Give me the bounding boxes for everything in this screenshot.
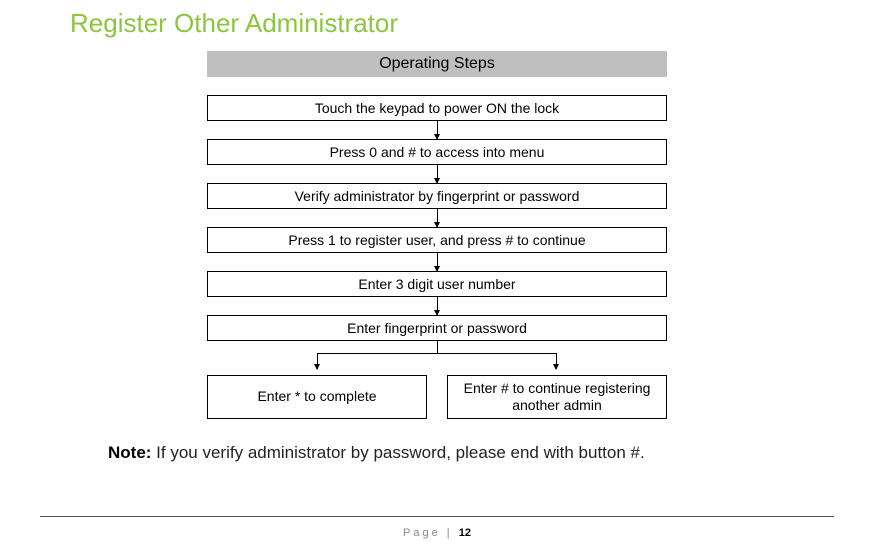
- footer-page-number: 12: [459, 527, 471, 539]
- branch-box-right: Enter # to continue registering another …: [447, 375, 667, 419]
- step-box: Enter 3 digit user number: [207, 271, 667, 297]
- step-box: Press 0 and # to access into menu: [207, 139, 667, 165]
- note-text: Note: If you verify administrator by pas…: [0, 419, 874, 463]
- step-box: Verify administrator by fingerprint or p…: [207, 183, 667, 209]
- operating-steps-header: Operating Steps: [207, 51, 667, 77]
- arrow-down-icon: [437, 121, 438, 139]
- branch-connector: [207, 341, 667, 375]
- footer-page-label: Page | 12: [0, 527, 874, 539]
- step-box: Press 1 to register user, and press # to…: [207, 227, 667, 253]
- step-box: Touch the keypad to power ON the lock: [207, 95, 667, 121]
- arrow-down-icon: [437, 165, 438, 183]
- step-box: Enter fingerprint or password: [207, 315, 667, 341]
- flow-diagram: Operating Steps Touch the keypad to powe…: [207, 51, 667, 419]
- branch-box-left: Enter * to complete: [207, 375, 427, 419]
- arrow-down-icon: [437, 253, 438, 271]
- note-label: Note:: [108, 443, 151, 462]
- footer-sep: |: [441, 527, 459, 539]
- arrow-down-icon: [437, 297, 438, 315]
- arrow-down-icon: [437, 209, 438, 227]
- note-body: If you verify administrator by password,…: [151, 443, 644, 462]
- page-title: Register Other Administrator: [0, 0, 874, 39]
- footer-word: Page: [403, 527, 441, 539]
- footer-divider: [40, 516, 834, 517]
